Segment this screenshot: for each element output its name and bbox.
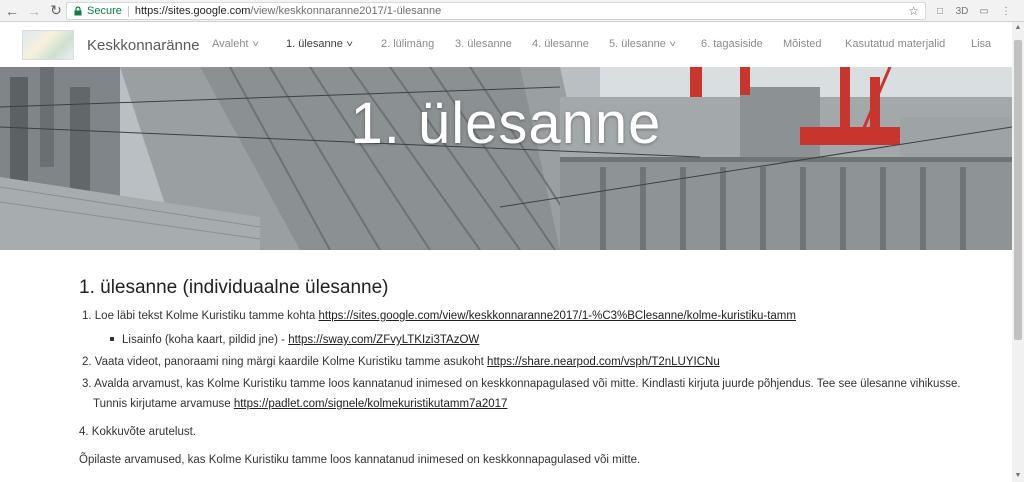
task-item-1-text: 1. Loe läbi tekst Kolme Kuristiku tamme … bbox=[82, 310, 319, 322]
nav-item-label: 2. lülimäng bbox=[381, 38, 435, 50]
bullet-icon bbox=[110, 336, 114, 341]
nav-item-6-tagasiside[interactable]: 6. tagasiside bbox=[701, 38, 763, 50]
nav-item-moisted[interactable]: Mõisted bbox=[783, 38, 822, 50]
hero-banner: 1. ülesanne bbox=[0, 67, 1012, 250]
nav-item-label: 5. ülesanne bbox=[609, 38, 666, 50]
nav-item-label: 6. tagasiside bbox=[701, 38, 763, 50]
task-item-3-text: 3. Avalda arvamust, kas Kolme Kuristiku … bbox=[82, 378, 961, 390]
task-item-1: 1. Loe läbi tekst Kolme Kuristiku tamme … bbox=[82, 310, 796, 322]
bookmark-star-icon[interactable]: ☆ bbox=[908, 3, 919, 19]
nav-item-label: 4. ülesanne bbox=[532, 38, 589, 50]
address-bar[interactable]: Secure https://sites.google.com/view/kes… bbox=[66, 2, 926, 20]
nav-item-2-lulimang[interactable]: 2. lülimäng bbox=[381, 38, 434, 50]
nav-item-lisa[interactable]: Lisa bbox=[971, 38, 991, 50]
browser-toolbar: ← → ↻ Secure https://sites.google.com/vi… bbox=[0, 0, 1024, 22]
site-logo[interactable] bbox=[22, 30, 74, 60]
nav-item-5-ulesanne[interactable]: 5. ülesanne ˅ bbox=[609, 38, 676, 50]
site-header: Keskkonnaränne Avaleht ˅ 1. ülesanne ˅ 2. … bbox=[0, 22, 1012, 67]
lock-icon bbox=[74, 6, 82, 16]
task-subitem-1-text: Lisainfo (koha kaart, pildid jne) - bbox=[122, 334, 289, 346]
nav-item-label: Mõisted bbox=[783, 38, 822, 50]
task-item-3-link[interactable]: https://padlet.com/signele/kolmekuristik… bbox=[234, 398, 508, 410]
nav-item-3-ulesanne[interactable]: 3. ülesanne bbox=[455, 38, 512, 50]
site-name[interactable]: Keskkonnaränne bbox=[87, 37, 200, 54]
nav-item-label: Kasutatud materjalid bbox=[845, 38, 946, 50]
chevron-down-icon: ˅ bbox=[346, 39, 353, 49]
omnibox-divider bbox=[127, 5, 129, 17]
task-item-3-continued: Tunnis kirjutame arvamuse https://padlet… bbox=[93, 398, 507, 410]
nav-item-avaleht[interactable]: Avaleht ˅ bbox=[212, 38, 259, 50]
nav-item-label: Lisa bbox=[971, 38, 992, 50]
scroll-up-icon[interactable]: ▲ bbox=[1012, 22, 1024, 34]
forward-icon[interactable]: → bbox=[24, 1, 44, 21]
back-icon[interactable]: ← bbox=[2, 1, 22, 21]
scrollbar-thumb[interactable] bbox=[1014, 40, 1022, 340]
chevron-down-icon: ˅ bbox=[669, 39, 676, 49]
task-item-4: 4. Kokkuvõte arutelust. bbox=[79, 426, 196, 438]
section-heading: 1. ülesanne (individuaalne ülesanne) bbox=[79, 277, 389, 298]
hero-title: 1. ülesanne bbox=[350, 91, 662, 156]
nav-item-label: 1. ülesanne bbox=[286, 38, 343, 50]
reload-icon[interactable]: ↻ bbox=[46, 1, 66, 21]
nav-item-kasutatud-materjalid[interactable]: Kasutatud materjalid bbox=[845, 38, 945, 50]
task-item-1-link[interactable]: https://sites.google.com/view/keskkonnar… bbox=[319, 310, 796, 322]
extension-icon[interactable]: □ bbox=[932, 3, 948, 19]
task-subitem-1-link[interactable]: https://sway.com/ZFvyLTKIzi3TAzOW bbox=[288, 334, 479, 346]
extension-3d-icon[interactable]: 3D bbox=[954, 3, 970, 19]
secure-label: Secure bbox=[87, 5, 122, 17]
task-item-2-link[interactable]: https://share.nearpod.com/vsph/T2nLUYICN… bbox=[487, 356, 720, 368]
task-item-2-text: 2. Vaata videot, panoraami ning märgi ka… bbox=[82, 356, 488, 368]
menu-icon[interactable]: ⋮ bbox=[998, 3, 1014, 19]
url-path: /view/keskkonnaranne2017/1-ülesanne bbox=[250, 5, 442, 17]
summary-text: Õpilaste arvamused, kas Kolme Kuristiku … bbox=[79, 454, 641, 466]
url-host: https://sites.google.com bbox=[134, 5, 251, 17]
nav-item-4-ulesanne[interactable]: 4. ülesanne bbox=[532, 38, 589, 50]
nav-item-label: 3. ülesanne bbox=[455, 38, 512, 50]
task-item-3b-text: Tunnis kirjutame arvamuse bbox=[93, 398, 234, 410]
task-item-2: 2. Vaata videot, panoraami ning märgi ka… bbox=[82, 356, 720, 368]
nav-item-label: Avaleht bbox=[212, 38, 249, 50]
task-subitem-1: Lisainfo (koha kaart, pildid jne) - http… bbox=[110, 334, 479, 346]
page-scrollbar[interactable]: ▲ ▼ bbox=[1012, 22, 1024, 482]
scroll-down-icon[interactable]: ▼ bbox=[1012, 470, 1024, 482]
task-item-3: 3. Avalda arvamust, kas Kolme Kuristiku … bbox=[82, 378, 961, 390]
chevron-down-icon: ˅ bbox=[251, 39, 259, 49]
nav-item-1-ulesanne[interactable]: 1. ülesanne ˅ bbox=[286, 38, 353, 50]
extension-cast-icon[interactable]: ▭ bbox=[976, 3, 992, 19]
